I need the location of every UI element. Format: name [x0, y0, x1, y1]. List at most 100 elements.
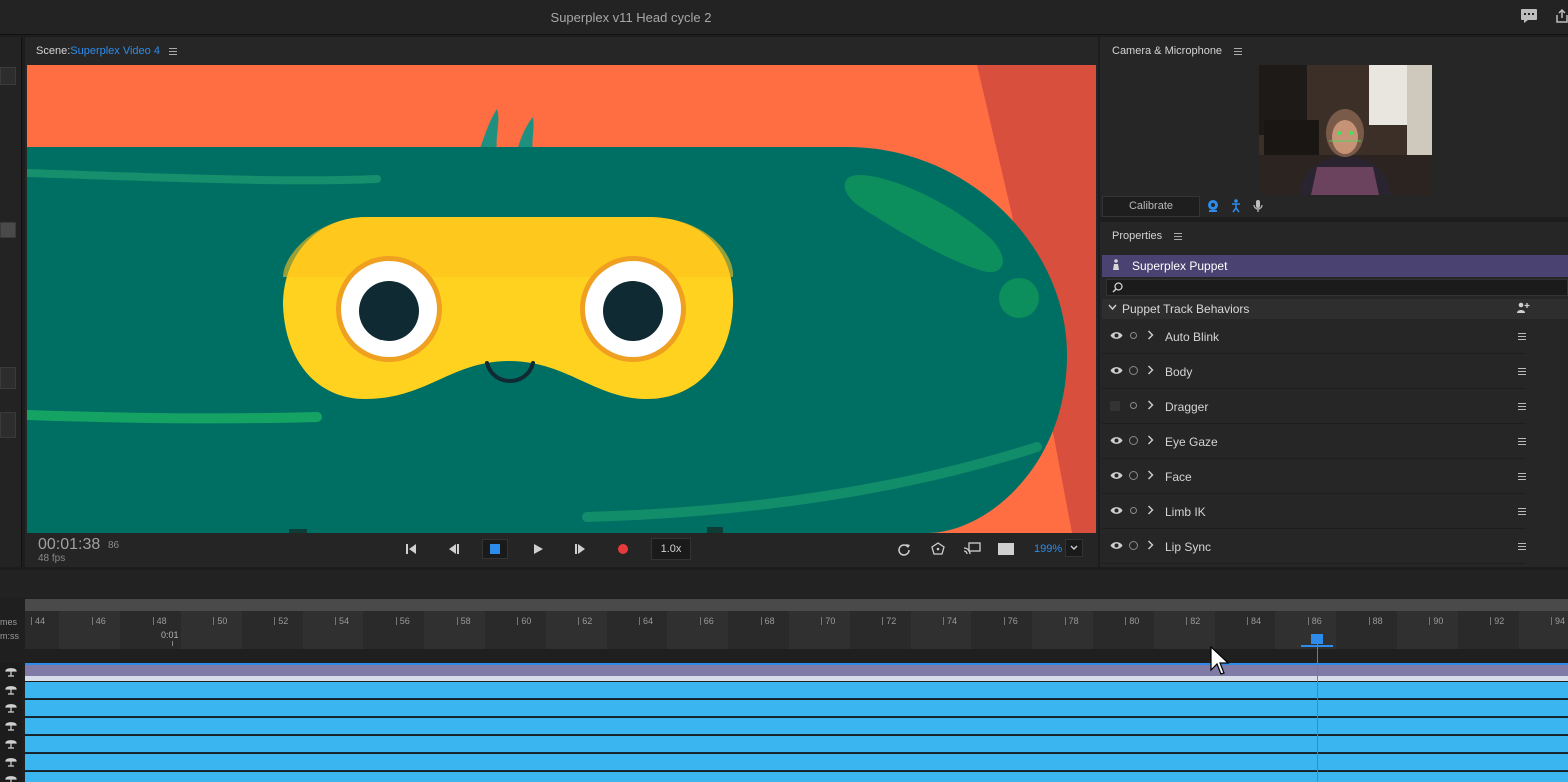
record-button[interactable] — [610, 539, 636, 559]
puppet-track-behaviors-section[interactable]: Puppet Track Behaviors — [1102, 299, 1568, 319]
stop-button[interactable] — [482, 539, 508, 559]
camera-panel-title: Camera & Microphone — [1112, 45, 1223, 57]
arm-toggle[interactable] — [1129, 436, 1138, 445]
eye-icon[interactable] — [1110, 436, 1123, 445]
behavior-row-face[interactable]: Face — [1102, 459, 1526, 494]
behavior-menu-icon[interactable] — [1518, 438, 1526, 445]
scene-panel: Scene:Superplex Video 4 00:01:38 86 48 f… — [25, 37, 1098, 567]
camera-menu-icon[interactable] — [1234, 48, 1242, 55]
step-back-button[interactable] — [441, 539, 467, 559]
left-panel-edge — [0, 37, 22, 567]
track-arm-icon[interactable] — [5, 739, 17, 749]
go-to-start-button[interactable] — [398, 539, 424, 559]
chat-icon[interactable] — [1520, 8, 1538, 24]
chevron-right-icon[interactable] — [1147, 505, 1154, 515]
behavior-search[interactable] — [1106, 279, 1568, 296]
behavior-track[interactable] — [25, 718, 1568, 735]
left-panel-control[interactable] — [0, 412, 16, 438]
physics-button[interactable] — [925, 539, 951, 559]
behavior-row-limb-ik[interactable]: Limb IK — [1102, 494, 1526, 529]
add-behavior-icon[interactable] — [1516, 302, 1530, 314]
character-artwork — [27, 65, 1096, 533]
webcam-icon[interactable] — [1206, 198, 1220, 214]
track-arm-icon[interactable] — [5, 775, 17, 782]
zoom-level[interactable]: 199% — [1034, 543, 1062, 555]
behavior-row-lip-sync[interactable]: Lip Sync — [1102, 529, 1526, 564]
puppet-track-bar[interactable] — [25, 663, 1568, 676]
behavior-row-auto-blink[interactable]: Auto Blink — [1102, 319, 1526, 354]
left-pupil — [359, 281, 419, 341]
behavior-menu-icon[interactable] — [1518, 508, 1526, 515]
stream-button[interactable] — [959, 539, 985, 559]
cast-icon — [963, 542, 981, 555]
behavior-row-dragger[interactable]: Dragger — [1102, 389, 1526, 424]
behavior-track[interactable] — [25, 736, 1568, 753]
timeline-ruler[interactable]: 0:01 44 46 48 50 52 54 56 58 60 62 64 66 68 70 72 74 76 7… — [25, 611, 1568, 649]
calibrate-button[interactable]: Calibrate — [1102, 196, 1200, 217]
left-panel-selected-row[interactable] — [0, 222, 16, 238]
camera-preview — [1259, 65, 1432, 195]
playback-speed[interactable]: 1.0x — [651, 538, 691, 560]
behavior-track[interactable] — [25, 754, 1568, 771]
left-panel-control[interactable] — [0, 367, 16, 389]
chevron-right-icon[interactable] — [1147, 540, 1154, 550]
behavior-track[interactable] — [25, 682, 1568, 699]
behavior-track[interactable] — [25, 772, 1568, 782]
arm-toggle[interactable] — [1129, 366, 1138, 375]
track-arm-icon[interactable] — [5, 685, 17, 695]
eye-icon[interactable] — [1110, 506, 1123, 515]
eye-icon[interactable] — [1110, 366, 1123, 375]
background-color-button[interactable] — [993, 539, 1019, 559]
chevron-down-icon — [1070, 545, 1078, 550]
chevron-right-icon[interactable] — [1147, 400, 1154, 410]
play-button[interactable] — [525, 539, 551, 559]
eye-icon[interactable] — [1110, 471, 1123, 480]
arm-toggle[interactable] — [1130, 402, 1137, 409]
eye-icon[interactable] — [1110, 331, 1123, 340]
body-tracking-icon[interactable] — [1229, 198, 1243, 214]
behavior-row-eye-gaze[interactable]: Eye Gaze — [1102, 424, 1526, 459]
track-arm-icon[interactable] — [5, 667, 17, 677]
step-forward-icon — [575, 544, 585, 554]
behavior-menu-icon[interactable] — [1518, 473, 1526, 480]
eye-off-icon[interactable] — [1110, 401, 1120, 411]
scene-menu-icon[interactable] — [169, 48, 177, 55]
track-area[interactable] — [25, 663, 1568, 782]
step-forward-button[interactable] — [567, 539, 593, 559]
scene-name[interactable]: Superplex Video 4 — [70, 45, 160, 57]
loop-button[interactable] — [891, 539, 917, 559]
frame-tick-label: 52 — [274, 616, 289, 626]
microphone-icon[interactable] — [1251, 198, 1265, 214]
behavior-menu-icon[interactable] — [1518, 333, 1526, 340]
eye-icon[interactable] — [1110, 541, 1123, 550]
arm-toggle[interactable] — [1129, 471, 1138, 480]
timeline-zoom-scrollbar[interactable] — [25, 599, 1568, 611]
frame-tick-label: 90 — [1429, 616, 1444, 626]
behavior-row-body[interactable]: Body — [1102, 354, 1526, 389]
skip-start-icon — [406, 544, 416, 554]
track-arm-icon[interactable] — [5, 721, 17, 731]
chevron-right-icon[interactable] — [1147, 330, 1154, 340]
behavior-menu-icon[interactable] — [1518, 403, 1526, 410]
zoom-dropdown[interactable] — [1065, 539, 1083, 557]
scene-stage[interactable] — [27, 65, 1096, 533]
left-panel-control[interactable] — [0, 67, 16, 85]
behavior-name: Face — [1165, 470, 1192, 484]
properties-menu-icon[interactable] — [1174, 233, 1182, 240]
arm-toggle[interactable] — [1130, 332, 1137, 339]
share-icon[interactable] — [1556, 8, 1568, 24]
track-arm-icon[interactable] — [5, 757, 17, 767]
puppet-header[interactable]: Superplex Puppet — [1102, 255, 1568, 277]
chevron-right-icon[interactable] — [1147, 470, 1154, 480]
shine-dot — [999, 278, 1039, 318]
arm-toggle[interactable] — [1130, 507, 1137, 514]
behavior-menu-icon[interactable] — [1518, 543, 1526, 550]
chevron-right-icon[interactable] — [1147, 365, 1154, 375]
arm-toggle[interactable] — [1129, 541, 1138, 550]
ruler-band — [789, 611, 850, 649]
title-bar: Superplex v11 Head cycle 2 — [0, 0, 1568, 35]
behavior-menu-icon[interactable] — [1518, 368, 1526, 375]
track-arm-icon[interactable] — [5, 703, 17, 713]
chevron-right-icon[interactable] — [1147, 435, 1154, 445]
behavior-track[interactable] — [25, 700, 1568, 717]
